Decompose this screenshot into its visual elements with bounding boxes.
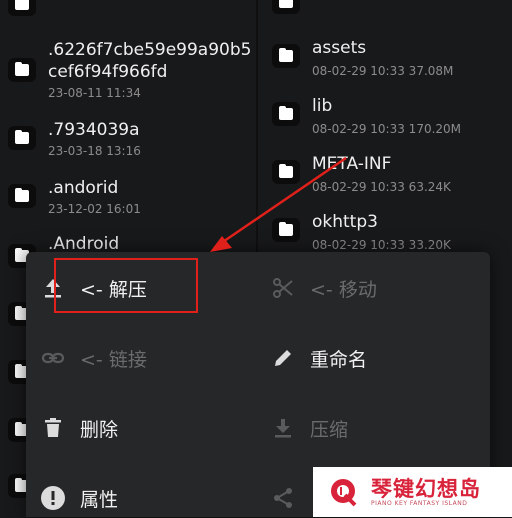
annotation-arrow	[210, 156, 347, 252]
watermark-badge: 琴键幻想岛 PIANO KEY FANTASY ISLAND	[313, 467, 512, 517]
watermark-logo-icon	[331, 479, 357, 507]
watermark-title: 琴键幻想岛	[371, 476, 481, 501]
watermark-subtitle: PIANO KEY FANTASY ISLAND	[371, 499, 468, 507]
